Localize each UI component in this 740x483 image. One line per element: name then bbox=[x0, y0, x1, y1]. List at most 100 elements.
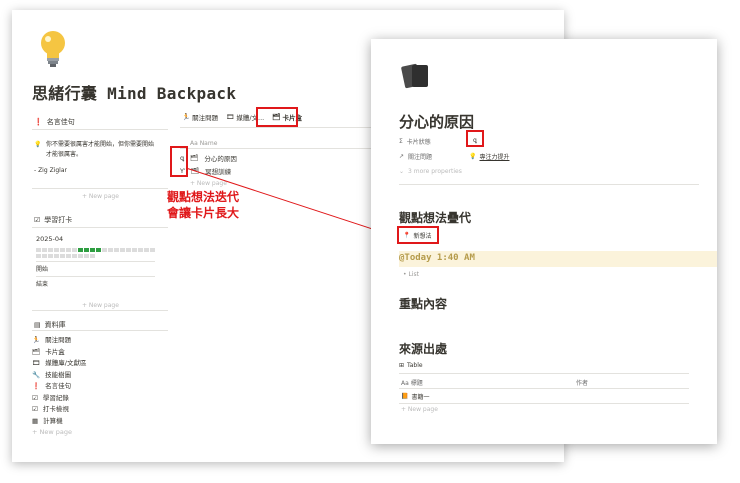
calendar-cell[interactable] bbox=[144, 248, 149, 252]
sidebar-item-cardbox[interactable]: 🗂 卡片盒 bbox=[32, 347, 86, 359]
annotation-text: 觀點想法迭代 會讓卡片長大 bbox=[155, 189, 251, 221]
calendar-cell[interactable] bbox=[150, 248, 155, 252]
prop-state[interactable]: Σ 卡片狀態 bbox=[399, 137, 431, 146]
list-new-page[interactable]: + New page bbox=[190, 180, 227, 187]
sidebar-item-media[interactable]: 🎞 媒體庫/文獻區 bbox=[32, 358, 86, 370]
running-icon: 🏃 bbox=[32, 336, 41, 344]
list-item-label: 冥想訓練 bbox=[205, 168, 232, 176]
calendar-cell-checked[interactable] bbox=[96, 248, 101, 252]
calendar-cell[interactable] bbox=[66, 248, 71, 252]
bullet-label: List bbox=[408, 271, 419, 278]
calendar-cell[interactable] bbox=[126, 248, 131, 252]
start-button[interactable]: 開始 bbox=[36, 261, 155, 273]
calendar-cell[interactable] bbox=[60, 254, 65, 258]
calendar-cell[interactable] bbox=[120, 248, 125, 252]
calendar-cell[interactable] bbox=[60, 248, 65, 252]
end-button[interactable]: 結束 bbox=[36, 276, 155, 288]
divider bbox=[32, 330, 168, 331]
divider bbox=[399, 403, 689, 404]
highlight-box-tab bbox=[256, 107, 298, 127]
tab-questions[interactable]: 🏃 關注問題 bbox=[182, 112, 218, 122]
list-item-label: 分心的原因 bbox=[204, 155, 237, 163]
sidebar-item-skills[interactable]: 🔧 技能樹圖 bbox=[32, 370, 86, 382]
checkbox-icon: ☑ bbox=[32, 405, 38, 413]
calendar-cell[interactable] bbox=[132, 248, 137, 252]
divider bbox=[32, 227, 168, 228]
calendar-cell[interactable] bbox=[84, 254, 89, 258]
database-section-header[interactable]: ▤ 資料庫 bbox=[34, 320, 66, 330]
sidebar-item-checkin-view[interactable]: ☑ 打卡檢視 bbox=[32, 404, 86, 416]
table-row-title: 書籍一 bbox=[411, 394, 430, 401]
quote-section-header[interactable]: ❗ 名言佳句 bbox=[34, 117, 75, 127]
sidebar-new-page[interactable]: + New page bbox=[32, 427, 86, 439]
sidebar-item-label: 學習紀錄 bbox=[42, 393, 69, 402]
calendar-cell[interactable] bbox=[48, 254, 53, 258]
table-icon: ⊞ bbox=[399, 362, 405, 369]
calendar-cell-checked[interactable] bbox=[90, 248, 95, 252]
sidebar-item-quotes[interactable]: ❗ 名言佳句 bbox=[32, 381, 86, 393]
more-properties-label: 3 more properties bbox=[408, 168, 462, 175]
calendar-cell[interactable] bbox=[54, 248, 59, 252]
table-row[interactable]: 📙 書籍一 bbox=[401, 392, 430, 401]
checkbox-icon: ☑ bbox=[32, 393, 38, 402]
prop-issue-value-label: 專注力提升 bbox=[479, 154, 510, 161]
sigma-icon: Σ bbox=[399, 138, 403, 145]
exclamation-icon: ❗ bbox=[32, 382, 41, 390]
bulb-small-icon: 💡 bbox=[469, 153, 477, 160]
quote-author: - Zig Ziglar bbox=[34, 167, 67, 174]
calendar-cell[interactable] bbox=[36, 254, 41, 258]
prop-issue-label: 關注問題 bbox=[408, 154, 433, 161]
calendar-cell[interactable] bbox=[78, 254, 83, 258]
cards-icon: 🗂 bbox=[190, 154, 199, 162]
checkin-section-header[interactable]: ☑ 學習打卡 bbox=[34, 215, 72, 225]
prop-issue[interactable]: ↗ 關注問題 bbox=[399, 152, 432, 161]
checkbox-icon: ☑ bbox=[34, 216, 41, 224]
calendar-cell[interactable] bbox=[54, 254, 59, 258]
sidebar-item-label: 打卡檢視 bbox=[42, 405, 69, 413]
calendar-cell[interactable] bbox=[72, 254, 77, 258]
list-item[interactable]: ꝗ 🗂 分心的原因 bbox=[180, 153, 237, 163]
calendar-cell[interactable] bbox=[138, 248, 143, 252]
prop-issue-value[interactable]: 💡 專注力提升 bbox=[469, 152, 510, 161]
stage: 思緒行囊 Mind Backpack ❗ 名言佳句 💡 你不需要很厲害才能開始，… bbox=[0, 0, 740, 483]
sidebar-item-label: 關注問題 bbox=[45, 336, 72, 344]
sidebar-item-questions[interactable]: 🏃 關注問題 bbox=[32, 335, 86, 347]
calendar-cell[interactable] bbox=[102, 248, 107, 252]
divider bbox=[399, 184, 699, 185]
calendar-cell[interactable] bbox=[72, 248, 77, 252]
heading-source: 來源出處 bbox=[399, 342, 448, 356]
calendar-cell[interactable] bbox=[66, 254, 71, 258]
annotation-label: 觀點想法迭代 會讓卡片長大 bbox=[166, 190, 239, 220]
sidebar-item-calculator[interactable]: ▦ 計算機 bbox=[32, 416, 86, 428]
calendar-cell[interactable] bbox=[42, 254, 47, 258]
table-column-author[interactable]: 作者 bbox=[576, 378, 588, 387]
column-header-name: Aa Name bbox=[190, 140, 218, 147]
more-properties-toggle[interactable]: ⌄ 3 more properties bbox=[399, 168, 462, 175]
calendar-cell[interactable] bbox=[114, 248, 119, 252]
calendar-cell-checked[interactable] bbox=[84, 248, 89, 252]
sidebar-item-label: 計算機 bbox=[43, 416, 63, 425]
calendar-cell-checked[interactable] bbox=[78, 248, 83, 252]
film-icon: 🎞 bbox=[32, 359, 41, 367]
calendar-cell[interactable] bbox=[90, 254, 95, 258]
calendar-cell[interactable] bbox=[108, 248, 113, 252]
cards-icon: 🗂 bbox=[190, 167, 200, 175]
new-page-link[interactable]: + New page bbox=[82, 193, 119, 200]
page-title: 思緒行囊 Mind Backpack bbox=[32, 84, 237, 103]
sidebar-item-label: 卡片盒 bbox=[45, 347, 65, 356]
checkin-calendar: 2025-04 開始 結束 bbox=[36, 235, 155, 288]
calendar-cell[interactable] bbox=[48, 248, 53, 252]
sidebar-item-learning-log[interactable]: ☑ 學習紀錄 bbox=[32, 393, 86, 405]
table-new-page[interactable]: + New page bbox=[401, 406, 438, 413]
chevron-down-icon: ⌄ bbox=[399, 168, 405, 175]
divider bbox=[32, 310, 168, 311]
heading-key-content: 重點內容 bbox=[399, 297, 448, 311]
table-title[interactable]: ⊞ Table bbox=[399, 362, 423, 369]
film-icon: 🎞 bbox=[226, 113, 235, 121]
bullet-item[interactable]: • List bbox=[403, 271, 419, 278]
calendar-cell[interactable] bbox=[42, 248, 47, 252]
new-page-link[interactable]: + New page bbox=[82, 302, 119, 309]
table-column-title[interactable]: Aa 標題 bbox=[401, 378, 423, 387]
calendar-month: 2025-04 bbox=[36, 235, 64, 243]
calendar-cell[interactable] bbox=[36, 248, 41, 252]
